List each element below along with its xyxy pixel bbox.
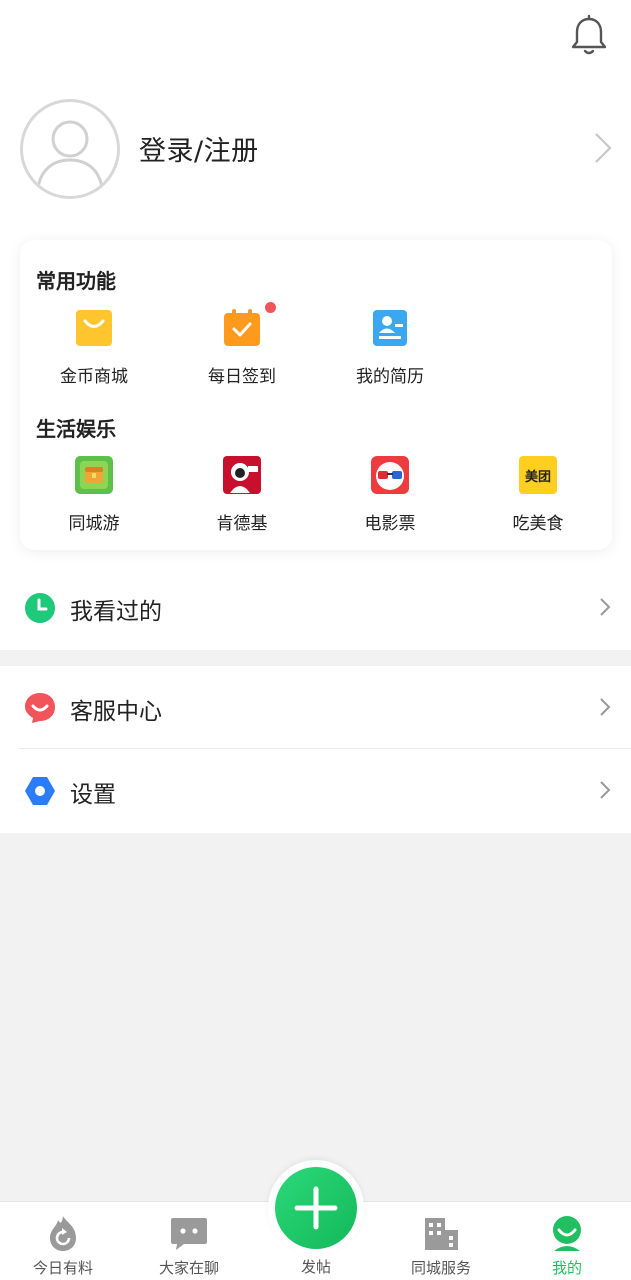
grid-item-label: 同城游 [68,514,120,534]
history-row[interactable]: 我看过的 [0,566,631,650]
grid-item-label: 每日签到 [208,367,276,387]
clock-icon [24,592,56,624]
functions-card: 常用功能 金币商城 每日签到 我的简历 生活娱乐 同城游 肯德基 电影票 美团 … [20,240,612,550]
meituan-icon: 美团 [518,455,558,495]
tab-chat[interactable]: 大家在聊 [126,1202,252,1280]
flame-refresh-icon [44,1214,82,1252]
menu-label: 我看过的 [70,599,162,625]
grid-item-label: 金币商城 [60,367,128,387]
common-functions-title: 常用功能 [36,269,116,293]
calendar-check-icon [222,308,262,348]
chevron-right-icon [598,695,612,719]
chevron-right-icon [598,778,612,802]
resume-icon [370,308,410,348]
settings-hexagon-icon [24,775,56,807]
bell-icon[interactable] [569,14,609,58]
tab-label: 同城服务 [410,1259,471,1277]
tab-city-services[interactable]: 同城服务 [378,1202,504,1280]
tab-label: 今日有料 [32,1259,93,1277]
profile-icon [548,1214,586,1252]
tab-label: 大家在聊 [158,1259,219,1277]
notification-dot [265,302,276,313]
kfc-item[interactable]: 肯德基 [168,455,316,545]
login-register-link[interactable]: 登录/注册 [139,129,259,168]
profile-page: 登录/注册 常用功能 金币商城 每日签到 我的简历 生活娱乐 同城游 肯德基 电… [0,0,631,1280]
my-resume-item[interactable]: 我的简历 [316,308,464,398]
profile-header-area: 登录/注册 常用功能 金币商城 每日签到 我的简历 生活娱乐 同城游 肯德基 电… [0,0,631,566]
customer-service-row[interactable]: 客服中心 [0,666,631,750]
food-item[interactable]: 美团 吃美食 [464,455,612,545]
kfc-icon [222,455,262,495]
grid-item-label: 肯德基 [216,514,268,534]
tab-label: 发帖 [300,1258,331,1276]
life-entertainment-title: 生活娱乐 [36,417,116,441]
menu-label: 设置 [70,782,116,808]
user-avatar-icon[interactable] [20,99,120,199]
tab-mine[interactable]: 我的 [504,1202,630,1280]
post-button[interactable] [268,1160,364,1256]
grid-item-label: 电影票 [364,514,416,534]
shopping-bag-icon [74,308,114,348]
movie-ticket-item[interactable]: 电影票 [316,455,464,545]
travel-game-icon [74,455,114,495]
gold-mall-item[interactable]: 金币商城 [20,308,168,398]
meituan-logo-text: 美团 [525,469,551,485]
building-icon [422,1214,460,1252]
grid-item-label: 吃美食 [512,514,564,534]
plus-icon [275,1167,357,1249]
city-travel-item[interactable]: 同城游 [20,455,168,545]
tab-today[interactable]: 今日有料 [0,1202,126,1280]
menu-label: 客服中心 [70,699,162,725]
chat-bubble-icon [170,1214,208,1252]
movie-glasses-icon [370,455,410,495]
daily-checkin-item[interactable]: 每日签到 [168,302,316,398]
chevron-right-icon[interactable] [590,130,614,166]
grid-item-label: 我的简历 [356,367,424,387]
chevron-right-icon [598,595,612,619]
customer-service-icon [24,692,56,724]
tab-label: 我的 [551,1259,582,1277]
settings-row[interactable]: 设置 [0,749,631,833]
